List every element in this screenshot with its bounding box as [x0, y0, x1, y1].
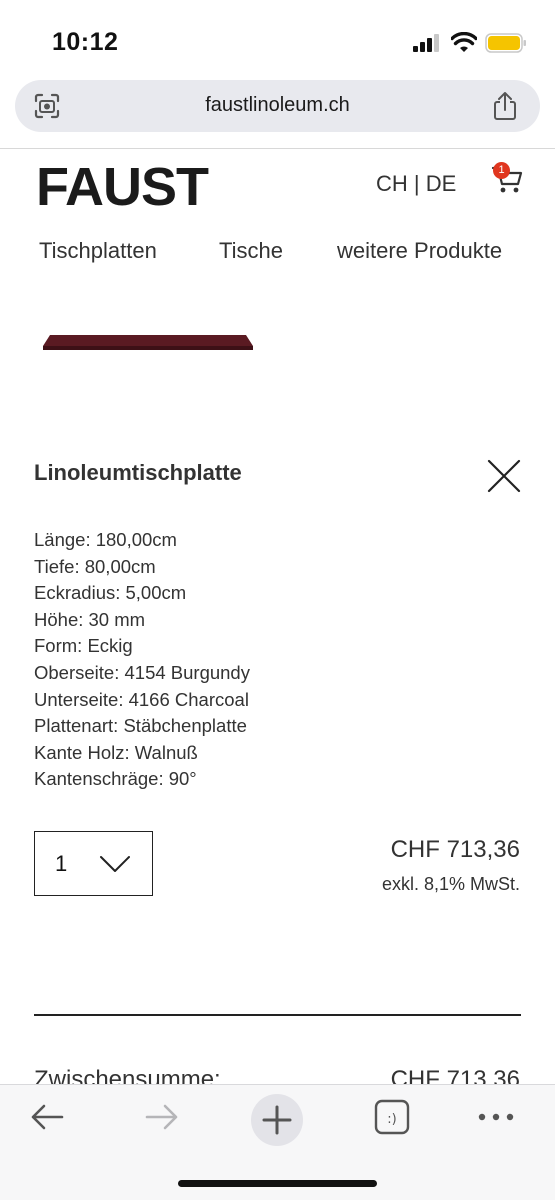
summary-divider — [34, 1014, 521, 1016]
product-image — [43, 335, 253, 350]
quantity-value: 1 — [55, 851, 68, 876]
main-nav: Tischplatten Tische weitere Produkte — [0, 238, 555, 268]
status-bar: 10:12 — [0, 0, 555, 80]
spec-bottom-side: Unterseite: 4166 Charcoal — [34, 688, 249, 710]
url-text[interactable]: faustlinoleum.ch — [15, 94, 540, 117]
tabs-icon: :) — [374, 1099, 410, 1135]
price-tax-note: exkl. 8,1% MwSt. — [381, 874, 520, 894]
spec-length: Länge: 180,00cm — [34, 529, 177, 550]
language-switcher[interactable]: CH | DE — [376, 171, 456, 197]
tabs-label: :) — [387, 1112, 396, 1127]
divider — [0, 148, 555, 149]
back-button[interactable] — [22, 1097, 72, 1137]
spec-height: Höhe: 30 mm — [34, 608, 146, 630]
spec-edge-bevel: Kantenschräge: 90° — [34, 768, 197, 790]
nav-item-weitere-produkte[interactable]: weitere Produkte — [337, 238, 502, 264]
battery-icon — [485, 33, 526, 53]
more-icon — [478, 1113, 514, 1121]
quantity-select[interactable]: 1 — [34, 831, 153, 896]
forward-button[interactable] — [137, 1097, 187, 1137]
spec-shape: Form: Eckig — [34, 635, 133, 657]
chevron-down-icon — [100, 856, 130, 872]
status-time: 10:12 — [52, 28, 119, 56]
share-icon[interactable] — [491, 91, 519, 121]
product-title: Linoleumtischplatte — [34, 460, 242, 485]
spec-top-side: Oberseite: 4154 Burgundy — [34, 661, 250, 683]
close-icon[interactable] — [486, 458, 522, 494]
spec-depth: Tiefe: 80,00cm — [34, 555, 156, 577]
tabs-button[interactable]: :) — [367, 1097, 417, 1137]
spec-corner-radius: Eckradius: 5,00cm — [34, 582, 187, 604]
product-price: CHF 713,36 — [390, 836, 520, 863]
url-bar[interactable]: faustlinoleum.ch — [15, 80, 540, 132]
product-specs: Länge: 180,00cm Tiefe: 80,00cm Eckradius… — [34, 527, 250, 793]
spec-board-type: Plattenart: Stäbchenplatte — [34, 715, 247, 737]
nav-item-tischplatten[interactable]: Tischplatten — [39, 238, 157, 264]
back-arrow-icon — [31, 1104, 64, 1130]
wifi-icon — [451, 32, 477, 52]
new-tab-plus-icon — [262, 1105, 292, 1135]
signal-icon — [413, 34, 439, 52]
spec-edge-wood: Kante Holz: Walnuß — [34, 741, 198, 763]
forward-arrow-icon — [145, 1104, 178, 1130]
more-button[interactable] — [471, 1097, 521, 1137]
new-tab-button[interactable] — [251, 1094, 303, 1146]
site-logo[interactable]: FAUST — [36, 156, 209, 218]
home-indicator — [178, 1180, 377, 1187]
nav-item-tische[interactable]: Tische — [219, 238, 283, 264]
cart-count-badge: 1 — [493, 162, 510, 179]
